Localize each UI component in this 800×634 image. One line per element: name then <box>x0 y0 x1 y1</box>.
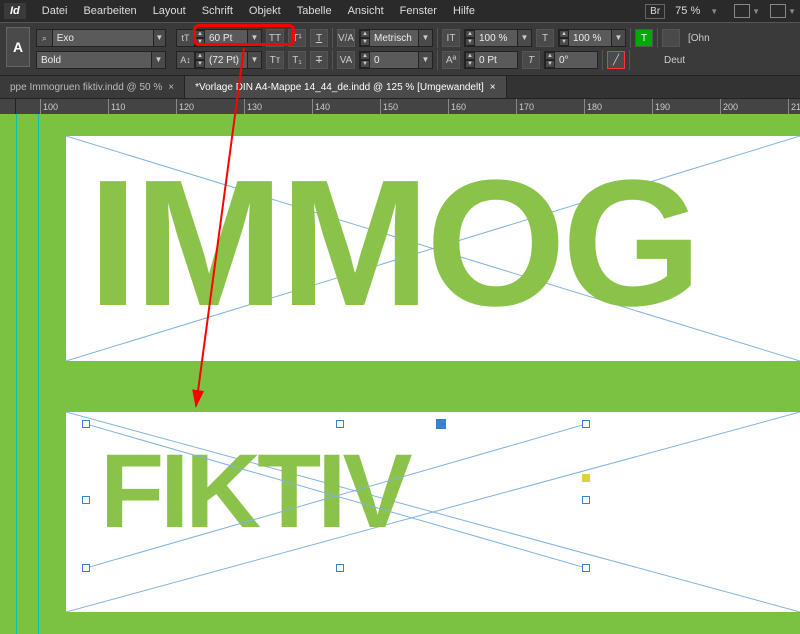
menu-hilfe[interactable]: Hilfe <box>445 2 483 20</box>
menu-datei[interactable]: Datei <box>34 2 76 20</box>
selection-frame[interactable] <box>86 424 586 568</box>
font-weight-input[interactable] <box>37 52 151 68</box>
font-family-input[interactable] <box>53 30 153 46</box>
resize-handle[interactable] <box>82 496 90 504</box>
document-tabs: ppe Immogruen fiktiv.indd @ 50 % × *Vorl… <box>0 76 800 98</box>
headline-text[interactable]: IMMOG <box>88 144 698 344</box>
screen-mode-icon[interactable] <box>734 4 750 18</box>
tracking-input[interactable] <box>370 52 418 68</box>
resize-handle[interactable] <box>582 420 590 428</box>
search-icon: ⌕ <box>37 30 53 46</box>
font-weight-field[interactable]: ▼ <box>36 51 166 69</box>
leading-input[interactable] <box>205 52 247 68</box>
leading-field[interactable]: A↕ ▲▼ ▼ <box>176 51 262 69</box>
smallcaps-icon[interactable]: Tᴛ <box>266 51 284 69</box>
canvas[interactable]: IMMOG FIKTIV <box>0 114 800 634</box>
strikethrough-icon[interactable]: T <box>310 51 328 69</box>
menu-bearbeiten[interactable]: Bearbeiten <box>75 2 144 20</box>
vscale-icon: IT <box>442 29 460 47</box>
ruler-origin[interactable] <box>0 99 16 115</box>
menu-tabelle[interactable]: Tabelle <box>289 2 340 20</box>
selection-diagonals <box>86 424 586 568</box>
tracking-field[interactable]: ▲▼ ▼ <box>359 51 433 69</box>
menu-bar: Id Datei Bearbeiten Layout Schrift Objek… <box>0 0 800 22</box>
chevron-down-icon[interactable]: ▼ <box>418 30 432 46</box>
document-tab[interactable]: *Vorlage DIN A4-Mappe 14_44_de.indd @ 12… <box>185 76 507 98</box>
chevron-down-icon[interactable]: ▼ <box>151 52 165 68</box>
zoom-level[interactable]: 75 % <box>675 5 700 17</box>
kerning-input[interactable] <box>370 30 418 46</box>
no-fill-icon[interactable]: ╱ <box>607 51 625 69</box>
menu-objekt[interactable]: Objekt <box>241 2 289 20</box>
leading-icon: A↕ <box>177 52 195 68</box>
resize-handle[interactable] <box>82 564 90 572</box>
baseline-field[interactable]: ▲▼ <box>464 51 518 69</box>
language-label[interactable]: Deut <box>664 55 685 66</box>
menu-ansicht[interactable]: Ansicht <box>340 2 392 20</box>
character-mode-button[interactable]: A <box>6 27 30 67</box>
resize-handle[interactable] <box>582 496 590 504</box>
chevron-down-icon[interactable]: ▼ <box>788 7 796 16</box>
close-icon[interactable]: × <box>490 82 496 93</box>
ruler-guide[interactable] <box>16 114 17 634</box>
chevron-down-icon[interactable]: ▼ <box>153 30 165 46</box>
out-port-icon[interactable] <box>582 474 590 482</box>
hscale-icon: T <box>536 29 554 47</box>
control-panel: A ⌕ ▼ tT ▲▼ ▼ TT T¹ T V/A <box>0 22 800 76</box>
annotation-highlight <box>193 24 295 46</box>
hscale-field[interactable]: ▲▼ ▼ <box>558 29 626 47</box>
menu-fenster[interactable]: Fenster <box>392 2 445 20</box>
bridge-badge[interactable]: Br <box>645 4 665 19</box>
resize-handle[interactable] <box>582 564 590 572</box>
chevron-down-icon[interactable]: ▼ <box>752 7 760 16</box>
menu-schrift[interactable]: Schrift <box>194 2 241 20</box>
font-family-field[interactable]: ⌕ ▼ <box>36 29 166 47</box>
char-style-icon[interactable] <box>662 29 680 47</box>
baseline-icon: Aª <box>442 51 460 69</box>
kerning-icon: V/A <box>337 29 355 47</box>
char-style-label: [Ohn <box>688 33 710 44</box>
skew-field[interactable]: ▲▼ <box>544 51 598 69</box>
resize-handle[interactable] <box>82 420 90 428</box>
subscript-icon[interactable]: T₁ <box>288 51 306 69</box>
close-icon[interactable]: × <box>168 82 174 93</box>
underline-icon[interactable]: T <box>310 29 328 47</box>
kerning-field[interactable]: ▲▼ ▼ <box>359 29 433 47</box>
skew-icon: T <box>522 51 540 69</box>
app-logo: Id <box>4 3 26 19</box>
resize-handle[interactable] <box>336 564 344 572</box>
vscale-field[interactable]: ▲▼ ▼ <box>464 29 532 47</box>
resize-handle[interactable] <box>336 420 344 428</box>
in-port-icon[interactable] <box>436 419 446 429</box>
kerning-stepper[interactable]: ▲▼ <box>360 30 370 46</box>
chevron-down-icon[interactable]: ▼ <box>710 7 718 16</box>
horizontal-ruler[interactable]: 100 110 120 130 140 150 160 170 180 190 … <box>0 98 800 114</box>
tracking-icon: VA <box>337 51 355 69</box>
document-tab[interactable]: ppe Immogruen fiktiv.indd @ 50 % × <box>0 76 185 98</box>
menu-layout[interactable]: Layout <box>145 2 194 20</box>
arrange-docs-icon[interactable] <box>770 4 786 18</box>
fill-color-icon[interactable]: T <box>635 29 653 47</box>
